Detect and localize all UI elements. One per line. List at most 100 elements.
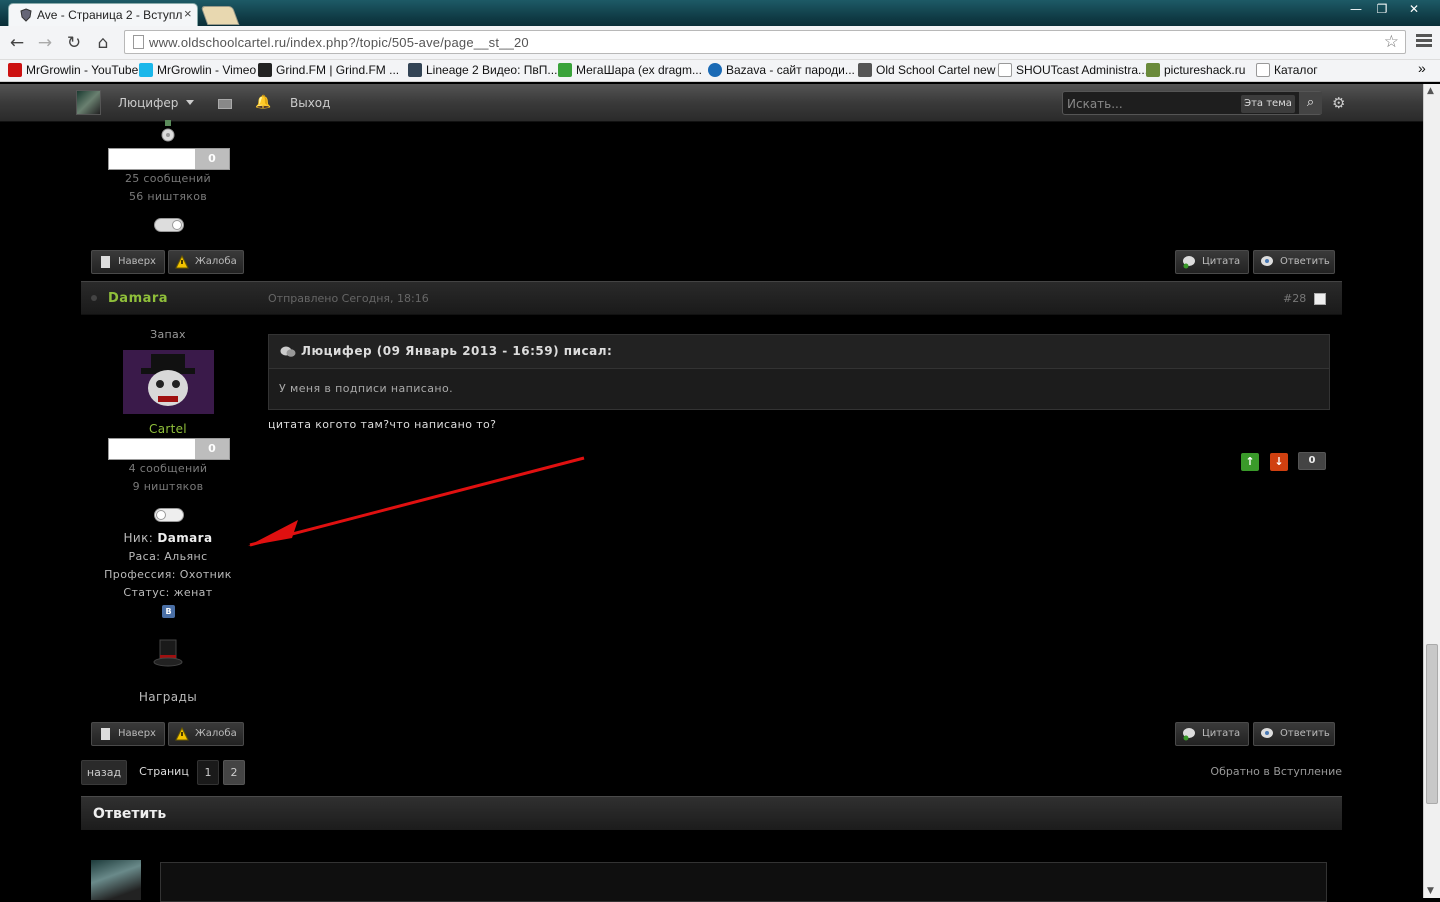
site-favicon-icon bbox=[20, 8, 32, 22]
tab-close-icon[interactable]: × bbox=[184, 6, 192, 21]
bookmark-item[interactable]: pictureshack.ru bbox=[1146, 63, 1245, 77]
report-button[interactable]: Жалоба bbox=[168, 722, 244, 746]
post-date: Отправлено Сегодня, 18:16 bbox=[268, 292, 429, 305]
quote-header: Люцифер (09 Январь 2013 - 16:59) писал: bbox=[269, 335, 1329, 369]
bazava-icon bbox=[708, 63, 722, 77]
search-input[interactable] bbox=[1067, 95, 1237, 112]
checkbox-icon bbox=[558, 63, 572, 77]
bookmarks-bar: MrGrowlin - YouTube MrGrowlin - Vimeo Gr… bbox=[0, 60, 1440, 82]
page-link-1[interactable]: 1 bbox=[197, 760, 219, 785]
quote-button[interactable]: Цитата bbox=[1175, 250, 1249, 274]
awards-label[interactable]: Награды bbox=[88, 690, 248, 704]
scroll-down-arrow-icon[interactable]: ▼ bbox=[1427, 886, 1434, 896]
post-number[interactable]: #28 bbox=[1283, 292, 1306, 305]
bookmark-star-icon[interactable]: ☆ bbox=[1384, 32, 1399, 52]
browser-tab-active[interactable]: Ave - Страница 2 - Вступле × bbox=[8, 3, 198, 26]
youtube-icon bbox=[8, 63, 22, 77]
bookmark-item[interactable]: Bazava - сайт пароди... bbox=[708, 63, 855, 77]
pages-label: Страниц bbox=[139, 765, 189, 778]
author-avatar[interactable] bbox=[123, 350, 214, 414]
page-icon bbox=[133, 35, 144, 49]
quote-text: У меня в подписи написано. bbox=[279, 382, 453, 395]
quote-bubble-icon bbox=[1183, 728, 1195, 741]
reload-icon[interactable]: ↻ bbox=[63, 32, 85, 54]
logout-link[interactable]: Выход bbox=[290, 96, 330, 110]
reply-editor[interactable] bbox=[160, 862, 1327, 902]
back-to-forum-link[interactable]: Обратно в Вступление bbox=[1190, 765, 1342, 778]
restore-button[interactable]: ❐ bbox=[1368, 0, 1396, 18]
mail-icon[interactable] bbox=[218, 99, 232, 109]
back-arrow-icon[interactable]: ← bbox=[6, 32, 28, 54]
vote-down-arrow-icon[interactable]: ↓ bbox=[1270, 453, 1288, 471]
award-medal-icon bbox=[161, 120, 175, 142]
address-bar[interactable]: www.oldschoolcartel.ru/index.php?/topic/… bbox=[124, 30, 1406, 54]
top-icon bbox=[101, 728, 110, 740]
bookmark-item[interactable]: Lineage 2 Видео: ПвП... bbox=[408, 63, 557, 77]
to-top-button[interactable]: Наверх bbox=[91, 250, 165, 274]
bookmark-item[interactable]: MrGrowlin - Vimeo bbox=[139, 63, 256, 77]
reply-header: Ответить bbox=[81, 796, 1342, 830]
quote-bubbles-icon bbox=[280, 346, 296, 357]
page-link-2-current[interactable]: 2 bbox=[223, 760, 245, 785]
to-top-button[interactable]: Наверх bbox=[91, 722, 165, 746]
close-window-button[interactable]: ✕ bbox=[1400, 0, 1428, 18]
page-scrollbar[interactable]: ▲ ▼ bbox=[1423, 84, 1440, 898]
nick-field: Ник: Damara bbox=[123, 531, 213, 545]
user-title: Запах bbox=[150, 328, 186, 341]
bookmark-item[interactable]: Old School Cartel new bbox=[858, 63, 995, 77]
top-icon bbox=[101, 256, 110, 268]
post-count: 25 сообщений bbox=[124, 172, 211, 185]
likes-count: 56 ништяков bbox=[128, 190, 208, 203]
vk-icon[interactable]: B bbox=[162, 605, 175, 618]
paw-icon bbox=[258, 63, 272, 77]
quote-author: Люцифер (09 Январь 2013 - 16:59) писал: bbox=[301, 344, 613, 358]
warning-icon bbox=[175, 727, 189, 741]
annotation-arrow bbox=[248, 456, 585, 547]
reply-title: Ответить bbox=[93, 806, 167, 822]
vote-up-arrow-icon[interactable]: ↑ bbox=[1241, 453, 1259, 471]
bookmarks-overflow[interactable]: » bbox=[1418, 60, 1426, 76]
home-icon[interactable]: ⌂ bbox=[92, 32, 114, 54]
landscape-icon bbox=[1146, 63, 1160, 77]
shield-icon bbox=[858, 63, 872, 77]
vimeo-icon bbox=[139, 63, 153, 77]
post-select-checkbox[interactable] bbox=[1314, 293, 1326, 305]
likes-count: 9 ништяков bbox=[132, 480, 204, 493]
bookmark-item[interactable]: Каталог bbox=[1256, 63, 1318, 77]
bookmark-item[interactable]: MrGrowlin - YouTube bbox=[8, 63, 138, 77]
minimize-button[interactable]: — bbox=[1342, 0, 1370, 18]
forum-user-bar: Люцифер 🔔 Выход Эта тема ⌕ ⚙ bbox=[0, 84, 1423, 122]
search-icon[interactable]: ⌕ bbox=[1299, 92, 1322, 114]
post-body: цитата когото там?что написано то? bbox=[268, 418, 497, 431]
forward-arrow-icon[interactable]: → bbox=[34, 32, 56, 54]
top-hat-icon bbox=[153, 639, 183, 667]
reply-button[interactable]: Ответить bbox=[1253, 722, 1335, 746]
author-name[interactable]: Damara bbox=[108, 291, 168, 306]
user-avatar[interactable] bbox=[76, 90, 101, 115]
browser-menu-icon[interactable] bbox=[1416, 34, 1432, 50]
tab-title: Ave - Страница 2 - Вступле bbox=[37, 8, 182, 22]
bookmark-item[interactable]: МегаШара (ex dragm... bbox=[558, 63, 702, 77]
quote-button[interactable]: Цитата bbox=[1175, 722, 1249, 746]
user-menu[interactable]: Люцифер bbox=[118, 96, 178, 110]
quote-block: Люцифер (09 Январь 2013 - 16:59) писал: … bbox=[268, 334, 1330, 410]
status-field: Статус: женат bbox=[123, 586, 213, 599]
window-titlebar: Ave - Страница 2 - Вступле × — ❐ ✕ bbox=[0, 0, 1440, 26]
toggle-switch[interactable] bbox=[154, 218, 184, 232]
scroll-up-arrow-icon[interactable]: ▲ bbox=[1427, 86, 1434, 96]
profession-field: Профессия: Охотник bbox=[104, 568, 232, 581]
reply-button[interactable]: Ответить bbox=[1253, 250, 1335, 274]
bookmark-item[interactable]: Grind.FM | Grind.FM ... bbox=[258, 63, 399, 77]
bookmark-item[interactable]: SHOUTcast Administra... bbox=[998, 63, 1148, 77]
reputation-bar: 0 bbox=[108, 438, 230, 460]
chevron-down-icon[interactable] bbox=[186, 100, 194, 105]
prev-page-button[interactable]: назад bbox=[81, 760, 127, 785]
search-scope-button[interactable]: Эта тема bbox=[1241, 95, 1295, 113]
bell-icon[interactable]: 🔔 bbox=[255, 95, 271, 110]
report-button[interactable]: Жалоба bbox=[168, 250, 244, 274]
toggle-switch[interactable] bbox=[154, 508, 184, 522]
scroll-thumb[interactable] bbox=[1426, 644, 1438, 804]
new-tab-button[interactable] bbox=[200, 6, 240, 25]
gear-icon[interactable]: ⚙ bbox=[1332, 94, 1345, 112]
post-rep-count: 0 bbox=[1298, 452, 1326, 470]
